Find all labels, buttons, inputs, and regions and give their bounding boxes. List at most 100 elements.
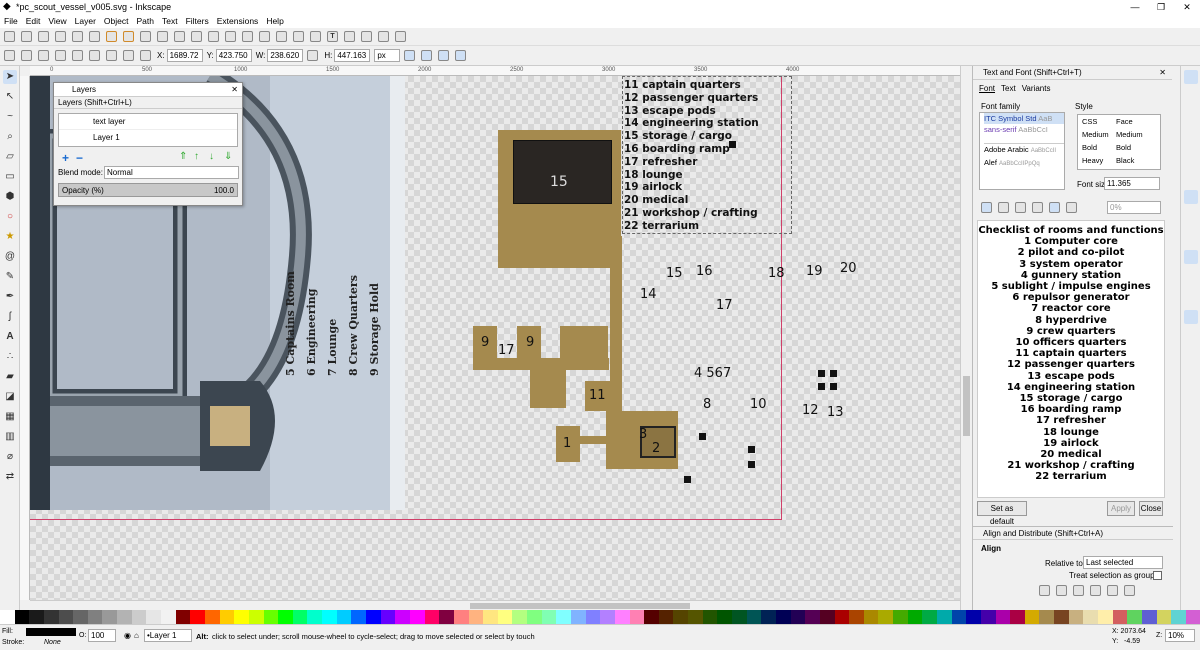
- tab-variants[interactable]: Variants: [1022, 84, 1051, 96]
- palette-swatch[interactable]: [629, 610, 645, 624]
- dropper-tool-icon[interactable]: ⌀: [3, 450, 17, 464]
- stroke-value[interactable]: None: [44, 639, 61, 646]
- palette-swatch[interactable]: [878, 610, 894, 624]
- font-family-item[interactable]: Adobe Arabic: [984, 145, 1029, 154]
- apply-button[interactable]: Apply: [1107, 501, 1135, 516]
- snap-nodes-icon[interactable]: [1184, 190, 1198, 204]
- blend-select[interactable]: Normal: [104, 166, 239, 179]
- palette-swatch[interactable]: [512, 610, 528, 624]
- snap-bbox-icon[interactable]: [1184, 90, 1198, 104]
- line-spacing-input[interactable]: 0%: [1107, 201, 1161, 214]
- ellipse-tool-icon[interactable]: ○: [3, 210, 17, 224]
- w-input[interactable]: 238.620: [267, 49, 304, 62]
- snap-bbox-midpoint-icon[interactable]: [1184, 150, 1198, 164]
- palette-swatch[interactable]: [922, 610, 937, 624]
- ungroup-icon[interactable]: [293, 31, 304, 42]
- text-preview[interactable]: Checklist of rooms and functions 1 Compu…: [977, 220, 1165, 498]
- y-input[interactable]: 423.750: [215, 49, 252, 62]
- style-item[interactable]: Heavy: [1078, 154, 1116, 167]
- new-document-icon[interactable]: [4, 31, 15, 42]
- palette-swatch[interactable]: [1083, 610, 1099, 624]
- minimize-button[interactable]: —: [1122, 0, 1148, 14]
- lower-layer-icon[interactable]: ↓: [209, 151, 214, 162]
- font-size-input[interactable]: 11.365: [1104, 177, 1160, 190]
- style-item[interactable]: Bold: [1116, 141, 1131, 154]
- menu-extensions[interactable]: Extensions: [217, 16, 259, 26]
- fill-swatch[interactable]: [26, 628, 76, 636]
- palette-swatch[interactable]: [497, 610, 513, 624]
- palette-swatch[interactable]: [600, 610, 615, 624]
- palette-swatch[interactable]: [1098, 610, 1113, 624]
- layer-lock-icon[interactable]: ⌂: [134, 631, 139, 640]
- palette-swatch[interactable]: [673, 610, 689, 624]
- set-default-button[interactable]: Set as default: [977, 501, 1027, 526]
- palette-swatch[interactable]: [805, 610, 820, 624]
- menu-edit[interactable]: Edit: [26, 16, 41, 26]
- tab-text[interactable]: Text: [1001, 84, 1016, 96]
- palette-swatch[interactable]: [1171, 610, 1186, 624]
- palette-swatch[interactable]: [556, 610, 571, 624]
- snap-enable-icon[interactable]: [1184, 70, 1198, 84]
- align-bottom-edges-icon[interactable]: [1124, 585, 1135, 596]
- palette-swatch[interactable]: [424, 610, 440, 624]
- close-button[interactable]: Close: [1139, 501, 1163, 516]
- palette-swatch[interactable]: [439, 610, 454, 624]
- relative-to-select[interactable]: Last selected: [1083, 556, 1163, 569]
- palette-swatch[interactable]: [1127, 610, 1142, 624]
- palette-swatch[interactable]: [761, 610, 776, 624]
- clone-icon[interactable]: [259, 31, 270, 42]
- palette-swatch[interactable]: [263, 610, 279, 624]
- menu-filters[interactable]: Filters: [186, 16, 209, 26]
- horizontal-scrollbar[interactable]: [30, 600, 960, 610]
- palette-swatch[interactable]: [468, 610, 484, 624]
- connector-tool-icon[interactable]: ⇄: [3, 470, 17, 484]
- zoom-drawing-icon[interactable]: [208, 31, 219, 42]
- menu-layer[interactable]: Layer: [75, 16, 96, 26]
- palette-swatch[interactable]: [541, 610, 557, 624]
- palette-swatch[interactable]: [0, 610, 15, 624]
- undo-icon[interactable]: [106, 31, 117, 42]
- palette-swatch[interactable]: [73, 610, 88, 624]
- spiral-tool-icon[interactable]: @: [3, 250, 17, 264]
- document-properties-icon[interactable]: [395, 31, 406, 42]
- menu-file[interactable]: File: [4, 16, 18, 26]
- font-family-item[interactable]: Alef: [984, 158, 997, 167]
- tweak-tool-icon[interactable]: ~: [3, 110, 17, 124]
- group-icon[interactable]: [276, 31, 287, 42]
- cargo-dark-block[interactable]: [513, 140, 612, 204]
- mesh-tool-icon[interactable]: ▥: [3, 430, 17, 444]
- palette-swatch[interactable]: [966, 610, 981, 624]
- x-input[interactable]: 1689.72: [166, 49, 203, 62]
- snap-guides-icon[interactable]: [1184, 410, 1198, 424]
- palette-swatch[interactable]: [732, 610, 747, 624]
- palette-swatch[interactable]: [819, 610, 835, 624]
- vertical-text-icon[interactable]: [1066, 202, 1077, 213]
- flip-vertical-icon[interactable]: [72, 50, 83, 61]
- snap-grid-icon[interactable]: [1184, 390, 1198, 404]
- font-family-list[interactable]: ITC Symbol Std AaB sans-serif AaBbCcI Ad…: [979, 112, 1065, 190]
- palette-swatch[interactable]: [570, 610, 586, 624]
- duplicate-icon[interactable]: [242, 31, 253, 42]
- palette-swatch[interactable]: [893, 610, 908, 624]
- move-gradients-icon[interactable]: [438, 50, 450, 61]
- menu-view[interactable]: View: [48, 16, 66, 26]
- current-layer-select[interactable]: •Layer 1: [144, 629, 192, 642]
- palette-swatch[interactable]: [336, 610, 352, 624]
- palette-swatch[interactable]: [219, 610, 235, 624]
- palette-swatch[interactable]: [688, 610, 703, 624]
- snap-paths-icon[interactable]: [1184, 210, 1198, 224]
- xml-editor-icon[interactable]: [344, 31, 355, 42]
- open-icon[interactable]: [21, 31, 32, 42]
- unit-select[interactable]: px: [374, 49, 401, 62]
- palette-swatch[interactable]: [117, 610, 132, 624]
- node-tool-icon[interactable]: ↖: [3, 90, 17, 104]
- eraser-tool-icon[interactable]: ▰: [3, 370, 17, 384]
- align-center-horizontal-icon[interactable]: [1107, 585, 1118, 596]
- zoom-page-icon[interactable]: [225, 31, 236, 42]
- maximize-button[interactable]: ❐: [1148, 0, 1174, 14]
- remove-layer-icon[interactable]: −: [76, 151, 83, 165]
- close-window-button[interactable]: ✕: [1174, 0, 1200, 14]
- palette-swatch[interactable]: [746, 610, 762, 624]
- palette-swatch[interactable]: [43, 610, 59, 624]
- zoom-selection-icon[interactable]: [191, 31, 202, 42]
